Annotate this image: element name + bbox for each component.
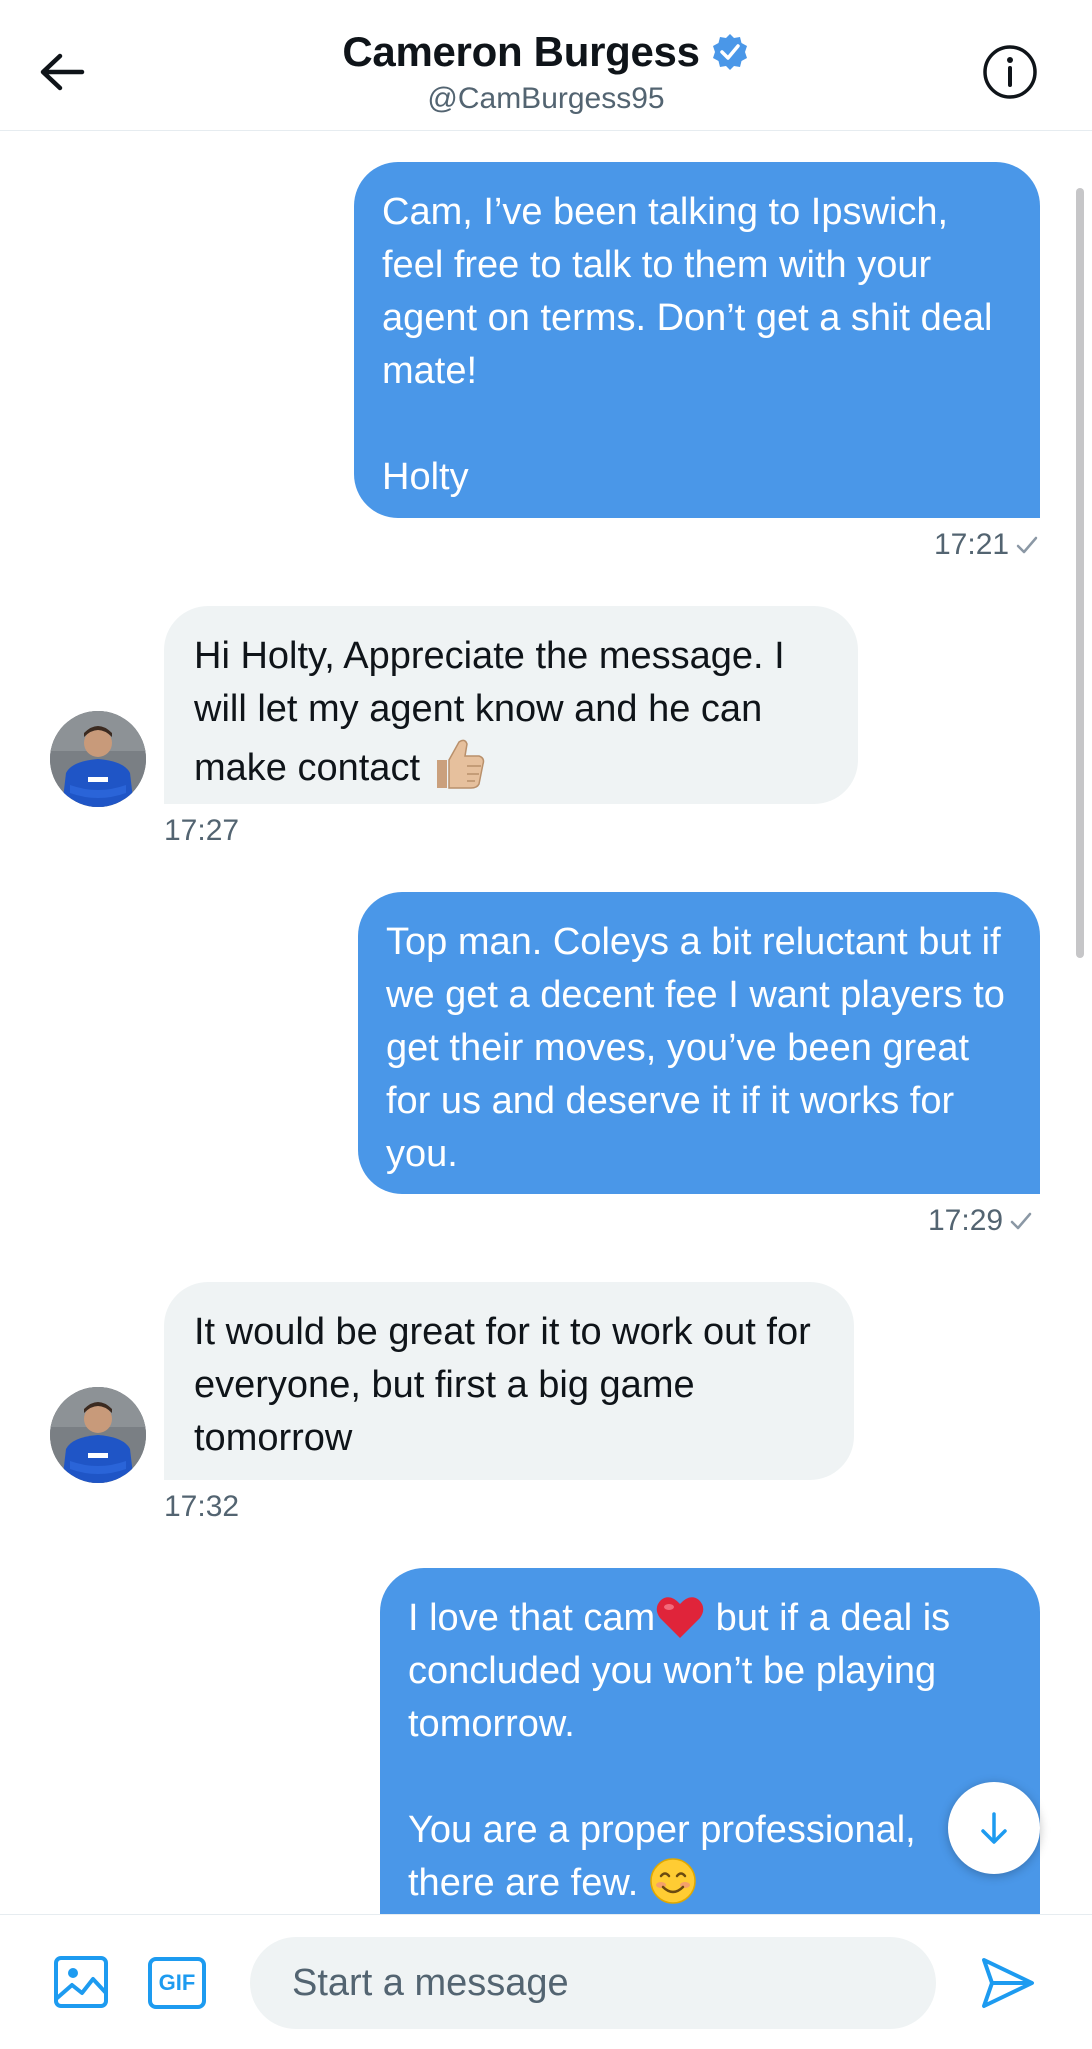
message-composer: GIF — [0, 1914, 1092, 2049]
avatar[interactable] — [50, 711, 146, 807]
conversation-title: Cameron Burgess — [342, 28, 700, 75]
message-bubble-outgoing[interactable]: Cam, I’ve been talking to Ipswich, feel … — [354, 162, 1040, 518]
message-timestamp: 17:29 — [928, 1204, 1033, 1238]
avatar[interactable] — [50, 1387, 146, 1483]
conversation-title-block[interactable]: Cameron Burgess @CamBurgess95 — [0, 28, 1092, 116]
gif-label: GIF — [158, 1970, 196, 1995]
media-button[interactable] — [50, 1953, 112, 2011]
sent-check-icon — [1010, 1212, 1032, 1230]
conversation-header: Cameron Burgess @CamBurgess95 — [0, 0, 1092, 131]
message-text: I love that cam but if a deal is conclud… — [408, 1592, 1012, 1910]
message-timestamp: 17:27 — [164, 814, 240, 847]
message-input[interactable] — [250, 1937, 936, 2029]
sent-check-icon — [1016, 536, 1038, 554]
message-text: Hi Holty, Appreciate the message. I will… — [194, 635, 785, 789]
red-heart-icon — [656, 1597, 704, 1638]
send-button[interactable] — [976, 1953, 1040, 2013]
image-icon — [54, 1956, 108, 2008]
message-bubble-incoming[interactable]: It would be great for it to work out for… — [164, 1282, 854, 1480]
info-button[interactable] — [980, 42, 1040, 102]
message-bubble-outgoing[interactable]: I love that cam but if a deal is conclud… — [380, 1568, 1040, 1928]
verified-badge-icon — [712, 34, 747, 70]
info-icon — [983, 45, 1037, 99]
scrollbar[interactable] — [1076, 188, 1084, 958]
message-text: It would be great for it to work out for… — [194, 1311, 811, 1459]
conversation-handle: @CamBurgess95 — [427, 82, 665, 115]
arrow-down-icon — [981, 1812, 1007, 1844]
gif-button[interactable]: GIF — [148, 1957, 206, 2009]
scroll-to-bottom-button[interactable] — [948, 1782, 1040, 1874]
player-avatar-icon — [50, 711, 146, 807]
smiling-face-icon — [650, 1858, 696, 1904]
message-bubble-incoming[interactable]: Hi Holty, Appreciate the message. I will… — [164, 606, 858, 804]
message-bubble-outgoing[interactable]: Top man. Coleys a bit reluctant but if w… — [358, 892, 1040, 1194]
send-icon — [982, 1958, 1034, 2008]
message-text: Top man. Coleys a bit reluctant but if w… — [386, 921, 1005, 1175]
message-timestamp: 17:21 — [934, 528, 1039, 562]
message-text: Cam, I’ve been talking to Ipswich, feel … — [382, 191, 993, 498]
thumbs-up-icon — [436, 739, 484, 789]
message-timestamp: 17:32 — [164, 1490, 240, 1523]
player-avatar-icon — [50, 1387, 146, 1483]
